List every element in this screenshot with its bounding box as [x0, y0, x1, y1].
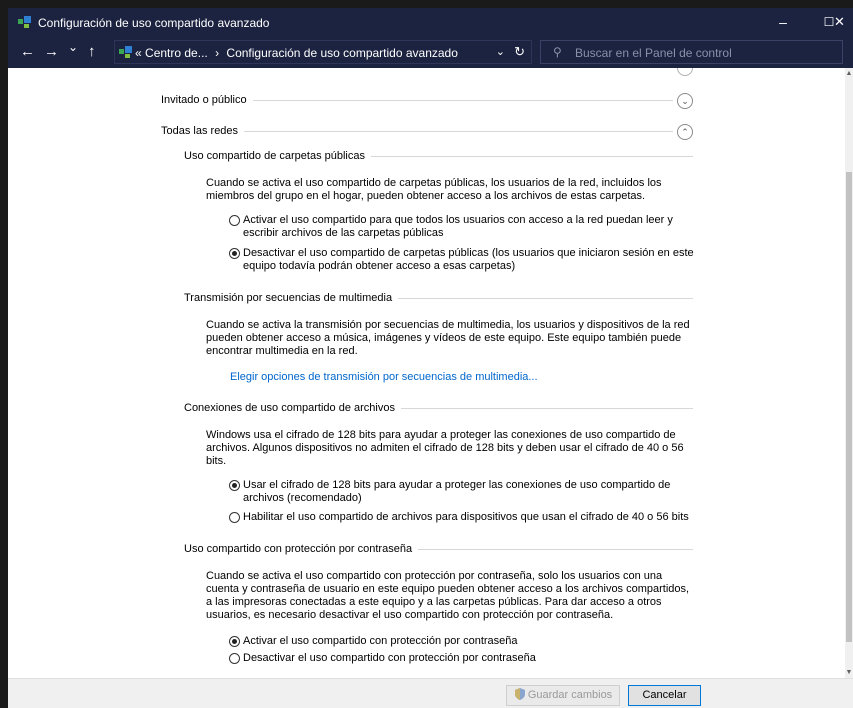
radio-selected-icon[interactable] — [229, 636, 240, 647]
up-button[interactable]: ↑ — [88, 43, 96, 60]
divider — [400, 407, 693, 409]
divider — [418, 548, 693, 550]
radio-icon[interactable] — [229, 215, 240, 226]
close-button[interactable]: ✕ — [826, 8, 853, 36]
back-button[interactable]: ← — [20, 43, 35, 60]
public-folders-heading: Uso compartido de carpetas públicas — [184, 150, 365, 162]
password-description: Cuando se activa el uso compartido con p… — [206, 570, 690, 621]
refresh-icon[interactable]: ↻ — [514, 44, 525, 60]
scroll-thumb[interactable] — [846, 172, 852, 642]
minimize-button[interactable]: – — [760, 8, 806, 36]
section-guest-label: Invitado o público — [161, 94, 247, 106]
scroll-down-icon[interactable]: ▼ — [845, 669, 853, 676]
streaming-options-link[interactable]: Elegir opciones de transmisión por secue… — [230, 371, 538, 383]
radio-selected-icon[interactable] — [229, 480, 240, 491]
breadcrumb-separator: › — [215, 46, 220, 60]
network-center-icon — [18, 16, 31, 28]
password-off-radio[interactable]: Desactivar el uso compartido con protecc… — [229, 652, 691, 665]
chevron-down-icon[interactable]: ⌄ — [496, 45, 505, 58]
vertical-scrollbar[interactable]: ▲ ▼ — [845, 68, 853, 678]
password-off-label: Desactivar el uso compartido con protecc… — [243, 652, 536, 664]
breadcrumb-overflow[interactable]: « — [135, 46, 142, 60]
encryption-128-radio[interactable]: Usar el cifrado de 128 bits para ayudar … — [229, 479, 691, 505]
file-sharing-description: Windows usa el cifrado de 128 bits para … — [206, 429, 684, 467]
streaming-header: Transmisión por secuencias de multimedia — [184, 292, 693, 304]
encryption-40-56-radio[interactable]: Habilitar el uso compartido de archivos … — [229, 511, 704, 524]
scroll-up-icon[interactable]: ▲ — [845, 70, 853, 77]
divider — [252, 99, 673, 101]
breadcrumb-config[interactable]: Configuración de uso compartido avanzado — [226, 46, 457, 60]
password-heading: Uso compartido con protección por contra… — [184, 543, 413, 555]
breadcrumb-centro[interactable]: Centro de... — [145, 46, 208, 60]
public-folders-off-label: Desactivar el uso compartido de carpetas… — [243, 247, 694, 272]
divider — [244, 130, 673, 132]
divider — [398, 297, 693, 299]
section-all-label: Todas las redes — [161, 125, 239, 137]
section-guest[interactable]: Invitado o público — [161, 94, 673, 106]
search-box[interactable]: ⚲ Buscar en el Panel de control — [540, 40, 843, 64]
file-sharing-heading: Conexiones de uso compartido de archivos — [184, 402, 395, 414]
section-all-networks[interactable]: Todas las redes — [161, 125, 673, 137]
divider — [370, 155, 693, 157]
shield-icon — [514, 688, 525, 700]
breadcrumb: « Centro de... › Configuración de uso co… — [135, 46, 458, 60]
window-title: Configuración de uso compartido avanzado — [38, 16, 270, 30]
radio-icon[interactable] — [229, 653, 240, 664]
encryption-128-label: Usar el cifrado de 128 bits para ayudar … — [243, 479, 671, 504]
save-changes-button[interactable]: Guardar cambios — [506, 685, 620, 706]
password-on-label: Activar el uso compartido con protección… — [243, 635, 518, 647]
save-changes-label: Guardar cambios — [527, 689, 613, 701]
public-folders-on-radio[interactable]: Activar el uso compartido para que todos… — [229, 214, 691, 240]
encryption-40-56-label: Habilitar el uso compartido de archivos … — [243, 511, 689, 523]
file-sharing-header: Conexiones de uso compartido de archivos — [184, 402, 693, 414]
collapse-all-icon[interactable]: ⌃ — [677, 124, 693, 140]
radio-selected-icon[interactable] — [229, 248, 240, 259]
password-header: Uso compartido con protección por contra… — [184, 543, 693, 555]
expand-guest-icon[interactable]: ⌄ — [677, 93, 693, 109]
address-field[interactable]: « Centro de... › Configuración de uso co… — [114, 40, 532, 64]
cancel-button[interactable]: Cancelar — [628, 685, 701, 706]
action-bar: Guardar cambios Cancelar — [8, 678, 853, 708]
address-toolbar: ← → ⌄ ↑ « Centro de... › Configuración d… — [8, 36, 853, 68]
desktop-edge — [0, 0, 8, 708]
recent-locations-button[interactable]: ⌄ — [68, 40, 78, 54]
network-center-icon — [119, 46, 132, 58]
window-top-edge — [0, 0, 853, 8]
public-folders-description: Cuando se activa el uso compartido de ca… — [206, 177, 662, 202]
radio-icon[interactable] — [229, 512, 240, 523]
streaming-description: Cuando se activa la transmisión por secu… — [206, 319, 690, 357]
title-bar: Configuración de uso compartido avanzado… — [8, 8, 853, 36]
collapsed-section-toggle-partial[interactable] — [677, 68, 693, 76]
password-on-radio[interactable]: Activar el uso compartido con protección… — [229, 635, 691, 648]
public-folders-on-label: Activar el uso compartido para que todos… — [243, 214, 673, 239]
public-folders-off-radio[interactable]: Desactivar el uso compartido de carpetas… — [229, 247, 699, 273]
forward-button[interactable]: → — [44, 43, 59, 60]
streaming-heading: Transmisión por secuencias de multimedia — [184, 292, 393, 304]
public-folders-header: Uso compartido de carpetas públicas — [184, 150, 693, 162]
search-placeholder: Buscar en el Panel de control — [575, 46, 732, 60]
settings-content: Invitado o público ⌄ Todas las redes ⌃ U… — [8, 68, 845, 678]
search-icon: ⚲ — [553, 45, 562, 59]
